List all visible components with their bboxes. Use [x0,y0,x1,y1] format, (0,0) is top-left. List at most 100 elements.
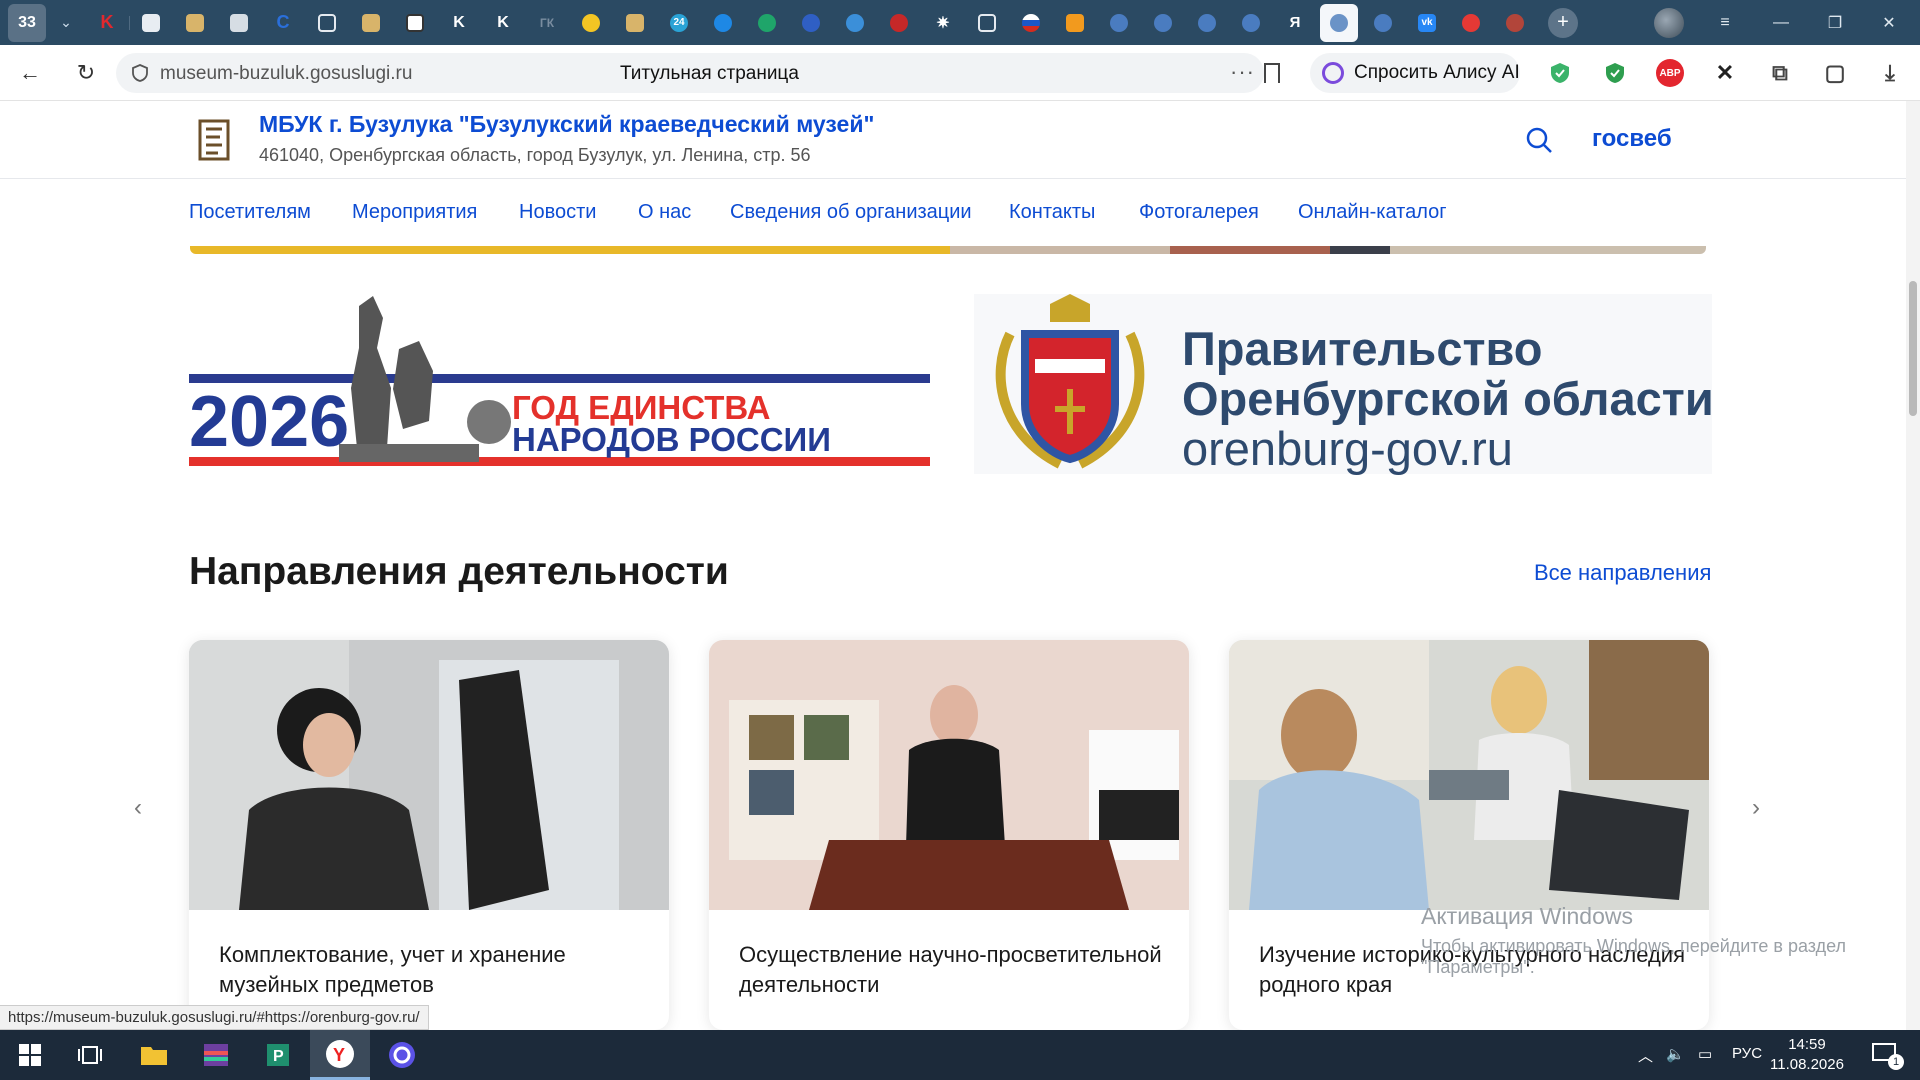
tab-counter[interactable]: 33 [8,3,46,42]
k-extension-icon[interactable]: ✕ [1711,59,1739,87]
tab-favicon-24[interactable]: 24 [660,4,698,42]
scrollbar-thumb[interactable] [1909,281,1917,416]
tab-favicon-wave[interactable] [792,4,830,42]
shield-check-icon[interactable] [1601,59,1629,87]
nav-item-news[interactable]: Новости [519,201,596,224]
adblock-icon[interactable]: ABP [1656,59,1684,87]
vertical-scrollbar[interactable] [1906,101,1920,1030]
language-indicator[interactable]: РУС [1732,1045,1762,1062]
tab-favicon-flag[interactable] [1012,4,1050,42]
tab-favicon-gk[interactable]: ГК [528,4,566,42]
nav-item-contacts[interactable]: Контакты [1009,201,1095,224]
gov-line2: Оренбургской области [1182,372,1714,425]
section-title: Направления деятельности [189,550,729,593]
direction-card[interactable]: Осуществление научно-просветительной дея… [709,640,1189,1030]
tab-favicon-emblem[interactable] [176,4,214,42]
tab-favicon-gov4[interactable] [1232,4,1270,42]
tab-favicon-page[interactable] [308,4,346,42]
messenger-icon[interactable] [372,1030,432,1080]
minimize-icon[interactable]: — [1754,0,1808,45]
tab-favicon-file[interactable] [968,4,1006,42]
bookmark-icon[interactable] [1264,63,1280,83]
tab-favicon-gov5[interactable] [1364,4,1402,42]
shield-green-icon[interactable] [1546,59,1574,87]
carousel-prev-icon[interactable]: ‹ [134,794,142,822]
tab-favicon-gov1[interactable] [1100,4,1138,42]
new-tab-button[interactable]: + [1548,7,1578,38]
unity-year: 2026 [189,382,350,462]
direction-card[interactable]: Комплектование, учет и хранение музейных… [189,640,669,1030]
profile-avatar[interactable] [1654,8,1684,38]
clock-date: 11.08.2026 [1770,1056,1844,1073]
search-icon[interactable] [1524,125,1554,155]
site-name[interactable]: МБУК г. Бузулука "Бузулукский краеведчес… [259,111,874,138]
yandex-browser-icon[interactable]: Y [310,1030,370,1080]
tab-favicon-c[interactable]: C [264,4,302,42]
tab-favicon-k2[interactable]: K [440,4,478,42]
site-nav: Посетителям Мероприятия Новости О нас Св… [0,180,1920,246]
tab-favicon-sun[interactable]: ✷ [924,4,962,42]
browser-menu-icon[interactable]: ≡ [1698,0,1752,45]
tab-favicon-vk[interactable]: vk [1408,4,1446,42]
tab-favicon-avatar[interactable] [1496,4,1534,42]
tab-favicon-ya-red[interactable] [1452,4,1490,42]
tab-favicon-list[interactable] [220,4,258,42]
museum-logo-icon[interactable] [196,115,232,163]
banner-orenburg-gov[interactable]: Правительство Оренбургской области orenb… [974,294,1714,474]
tab-favicon-k[interactable]: K [88,4,130,42]
tab-favicon-image[interactable] [396,4,434,42]
site-info-icon[interactable] [130,63,150,83]
nav-item-gallery[interactable]: Фотогалерея [1139,201,1259,224]
tab-favicon-doc[interactable] [132,4,170,42]
tab-favicon-gov3[interactable] [1188,4,1226,42]
notifications-icon[interactable]: 1 [1870,1040,1904,1072]
card-title[interactable]: Осуществление научно-просветительной дея… [739,940,1169,1000]
battery-icon[interactable]: ▭ [1698,1045,1712,1063]
tab-favicon-emblem3[interactable] [616,4,654,42]
taskbar-clock[interactable]: 14:59 11.08.2026 [1770,1035,1844,1075]
carousel-next-icon[interactable]: › [1752,794,1760,822]
tab-favicon-k3[interactable]: K [484,4,522,42]
ask-alisa-button[interactable]: Спросить Алису AI [1310,53,1520,93]
gosweb-logo[interactable]: госвеб [1592,125,1672,153]
nav-item-visitors[interactable]: Посетителям [189,201,311,224]
tab-favicon-mail[interactable] [704,4,742,42]
back-arrow-icon[interactable]: ← [14,57,46,89]
all-directions-link[interactable]: Все направления [1534,560,1711,586]
card-title[interactable]: Комплектование, учет и хранение музейных… [219,940,649,1000]
tab-favicon-gov2[interactable] [1144,4,1182,42]
close-icon[interactable]: ✕ [1862,0,1916,45]
collections-icon[interactable]: ▢ [1821,59,1849,87]
nav-item-org-info[interactable]: Сведения об организации [730,201,972,224]
tray-up-arrow-icon[interactable]: ︿ [1638,1045,1653,1066]
reload-icon[interactable]: ↻ [70,57,102,89]
tab-favicon-green[interactable] [748,4,786,42]
restore-icon[interactable]: ❐ [1808,0,1862,45]
omnibox[interactable]: museum-buzuluk.gosuslugi.ru Титульная ст… [116,53,1280,93]
extensions-puzzle-icon[interactable]: ⧉ [1766,59,1794,87]
more-icon[interactable]: ··· [1230,59,1255,85]
windows-activation-watermark: Активация Windows Чтобы активировать Win… [1421,903,1906,978]
address-bar: ← ↻ museum-buzuluk.gosuslugi.ru Титульна… [0,45,1920,101]
tab-favicon-emblem2[interactable] [352,4,390,42]
task-view-icon[interactable] [60,1030,120,1080]
windows-start-icon[interactable] [0,1030,60,1080]
volume-icon[interactable]: 🔈 [1666,1045,1685,1063]
tab-favicon-envelope[interactable] [1056,4,1094,42]
nav-item-catalog[interactable]: Онлайн-каталог [1298,201,1447,224]
tab-favicon-edge[interactable] [836,4,874,42]
tab-favicon-ya[interactable]: Я [1276,4,1314,42]
card-photo-heritage [1229,640,1709,910]
archiver-icon[interactable] [186,1030,246,1080]
banner-year-of-unity[interactable]: 2026 ГОД ЕДИНСТВА НАРОДОВ РОССИИ [189,294,930,474]
tab-favicon-red[interactable] [880,4,918,42]
url-text[interactable]: museum-buzuluk.gosuslugi.ru [160,63,412,85]
nav-item-about[interactable]: О нас [638,201,691,224]
nav-item-events[interactable]: Мероприятия [352,201,477,224]
download-icon[interactable]: ⤓ [1876,59,1904,87]
chevron-down-icon[interactable]: ⌄ [50,4,82,42]
tab-active-museum[interactable] [1320,3,1358,42]
file-explorer-icon[interactable] [124,1030,184,1080]
publisher-icon[interactable]: P [248,1030,308,1080]
tab-favicon-bulb[interactable] [572,4,610,42]
